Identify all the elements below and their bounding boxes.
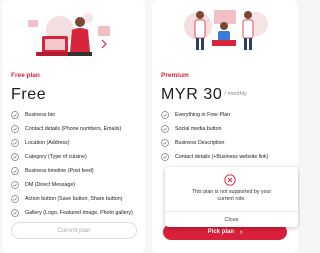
feature-item: Contact details (+Business website link) xyxy=(161,153,289,161)
feature-text: Business timeline (Post feed) xyxy=(25,168,94,174)
feature-text: Contact details (Phone numbers, Emails) xyxy=(25,126,122,132)
unsupported-plan-dialog: This plan is not supported by your curre… xyxy=(165,167,298,227)
plan-price: MYR 30/ monthly xyxy=(161,86,247,104)
free-plan-card: Free plan Free Business bio Contact detai… xyxy=(2,0,145,253)
feature-item: Business bio xyxy=(11,111,139,119)
dialog-message-line: current role. xyxy=(217,196,246,202)
check-circle-icon xyxy=(11,153,19,161)
check-circle-icon xyxy=(161,139,169,147)
check-circle-icon xyxy=(161,125,169,133)
feature-text: Everything in Free Plan xyxy=(175,112,231,118)
feature-item: DM (Direct Message) xyxy=(11,181,139,189)
chevron-right-icon: › xyxy=(240,228,243,236)
check-circle-icon xyxy=(161,153,169,161)
check-circle-icon xyxy=(11,209,19,217)
premium-plan-illustration xyxy=(184,10,268,50)
price-period: / monthly xyxy=(224,91,247,97)
plan-label: Premium xyxy=(161,72,189,79)
feature-item: Everything in Free Plan xyxy=(161,111,289,119)
feature-list: Business bio Contact details (Phone numbe… xyxy=(11,111,139,223)
feature-text: Action button (Save button, Share button… xyxy=(25,196,123,202)
price-value: Free xyxy=(11,86,47,103)
check-circle-icon xyxy=(161,111,169,119)
check-circle-icon xyxy=(11,195,19,203)
feature-text: Social media button xyxy=(175,126,222,132)
check-circle-icon xyxy=(11,167,19,175)
feature-item: Category (Type of cuisine) xyxy=(11,153,139,161)
feature-item: Social media button xyxy=(161,125,289,133)
plan-label: Free plan xyxy=(11,72,40,79)
pricing-plans: Free plan Free Business bio Contact detai… xyxy=(0,0,300,253)
feature-item: Gallery (Logo, Featured Image, Photo gal… xyxy=(11,209,139,217)
feature-item: Business timeline (Post feed) xyxy=(11,167,139,175)
check-circle-icon xyxy=(11,139,19,147)
feature-text: Category (Type of cuisine) xyxy=(25,154,87,160)
feature-list: Everything in Free Plan Social media butt… xyxy=(161,111,289,167)
feature-item: Location (Address) xyxy=(11,139,139,147)
feature-text: Contact details (+Business website link) xyxy=(175,154,269,160)
pick-plan-label: Pick plan xyxy=(207,229,234,235)
feature-text: Gallery (Logo, Featured Image, Photo gal… xyxy=(25,210,133,216)
close-button[interactable]: Close xyxy=(165,212,298,227)
feature-item: Action button (Save button, Share button… xyxy=(11,195,139,203)
price-value: MYR 30 xyxy=(161,86,223,103)
feature-item: Business Description xyxy=(161,139,289,147)
dialog-message: This plan is not supported by your curre… xyxy=(165,189,298,203)
feature-text: Location (Address) xyxy=(25,140,70,146)
current-plan-button[interactable]: Current plan xyxy=(11,222,137,239)
feature-item: Contact details (Phone numbers, Emails) xyxy=(11,125,139,133)
check-circle-icon xyxy=(11,111,19,119)
error-circle-icon xyxy=(224,174,236,186)
check-circle-icon xyxy=(11,125,19,133)
feature-text: Business Description xyxy=(175,140,225,146)
feature-text: Business bio xyxy=(25,112,56,118)
plan-price: Free xyxy=(11,86,46,104)
free-plan-illustration xyxy=(28,13,110,56)
dialog-message-line: This plan is not supported by your xyxy=(191,189,272,195)
check-circle-icon xyxy=(11,181,19,189)
feature-text: DM (Direct Message) xyxy=(25,182,76,188)
